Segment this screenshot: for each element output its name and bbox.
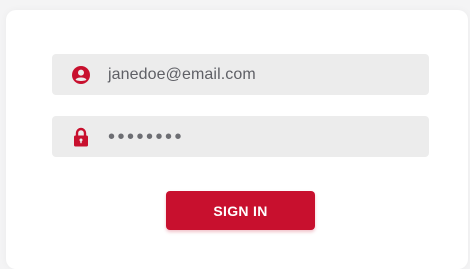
user-circle-icon bbox=[71, 65, 91, 85]
email-value: janedoe@email.com bbox=[108, 65, 256, 83]
password-field[interactable]: •••••••• bbox=[52, 116, 429, 157]
lock-icon bbox=[71, 127, 91, 147]
password-masked-value: •••••••• bbox=[108, 126, 185, 148]
email-field[interactable]: janedoe@email.com bbox=[52, 54, 429, 95]
login-screen: janedoe@email.com •••••••• SIGN IN bbox=[0, 0, 470, 269]
sign-in-button[interactable]: SIGN IN bbox=[166, 191, 315, 230]
